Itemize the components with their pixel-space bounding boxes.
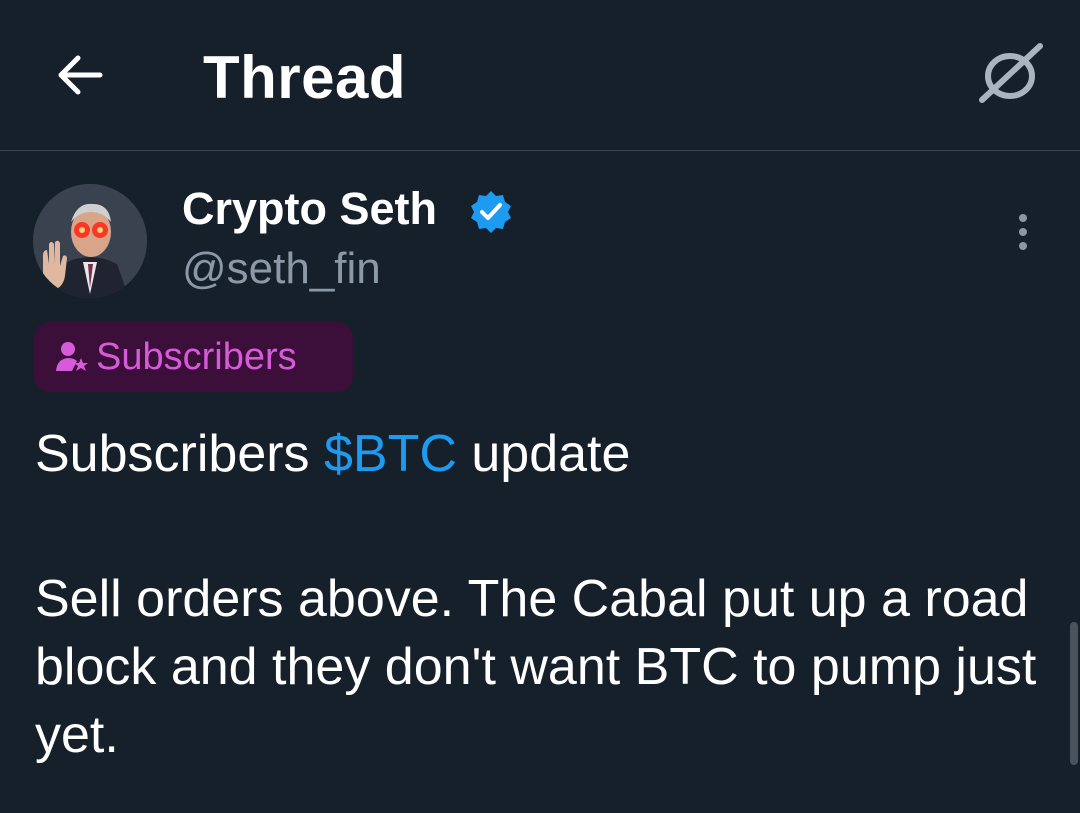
tweet-body-text: Sell orders above. The Cabal put up a ro… [35, 570, 1037, 764]
back-button[interactable] [50, 47, 110, 103]
more-dot-icon [1019, 214, 1027, 222]
tweet-text-suffix: update [456, 425, 631, 483]
timeline-sparkle-icon [979, 43, 1043, 103]
scrollbar[interactable] [1070, 622, 1078, 765]
cashtag-link[interactable]: $BTC [324, 425, 457, 483]
subscribers-badge[interactable]: Subscribers [34, 322, 353, 392]
arrow-left-icon [58, 55, 103, 95]
more-options-button[interactable] [1000, 206, 1046, 258]
tweet-text-prefix: Subscribers [35, 425, 324, 483]
avatar-photo-icon [33, 184, 147, 298]
more-dot-icon [1019, 242, 1027, 250]
subscriber-star-icon [56, 342, 88, 371]
timeline-sparkle-button[interactable] [974, 38, 1046, 110]
author-name[interactable]: Crypto Seth [182, 180, 437, 238]
tweet-text-line-1: Subscribers $BTC update [35, 420, 1045, 488]
verified-badge-icon [471, 191, 511, 233]
author-handle[interactable]: @seth_fin [182, 241, 381, 297]
avatar[interactable] [33, 184, 147, 298]
top-app-bar: Thread [0, 0, 1080, 151]
more-dot-icon [1019, 228, 1027, 236]
subscribers-badge-label: Subscribers [96, 336, 297, 378]
page-title: Thread [203, 44, 407, 111]
